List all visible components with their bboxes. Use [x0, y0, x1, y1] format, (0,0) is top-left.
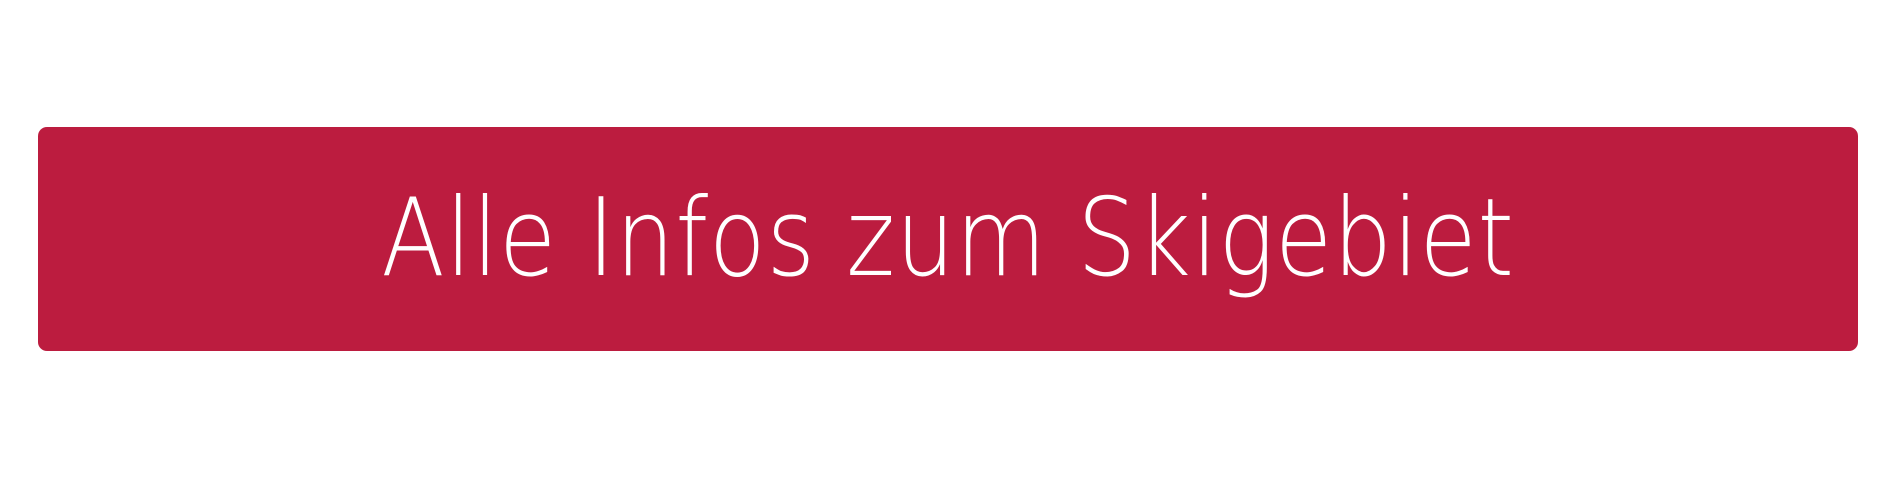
ski-area-info-button[interactable]: Alle Infos zum Skigebiet	[38, 127, 1858, 351]
ski-area-info-button-label: Alle Infos zum Skigebiet	[381, 176, 1515, 301]
page: Alle Infos zum Skigebiet	[0, 0, 1890, 500]
